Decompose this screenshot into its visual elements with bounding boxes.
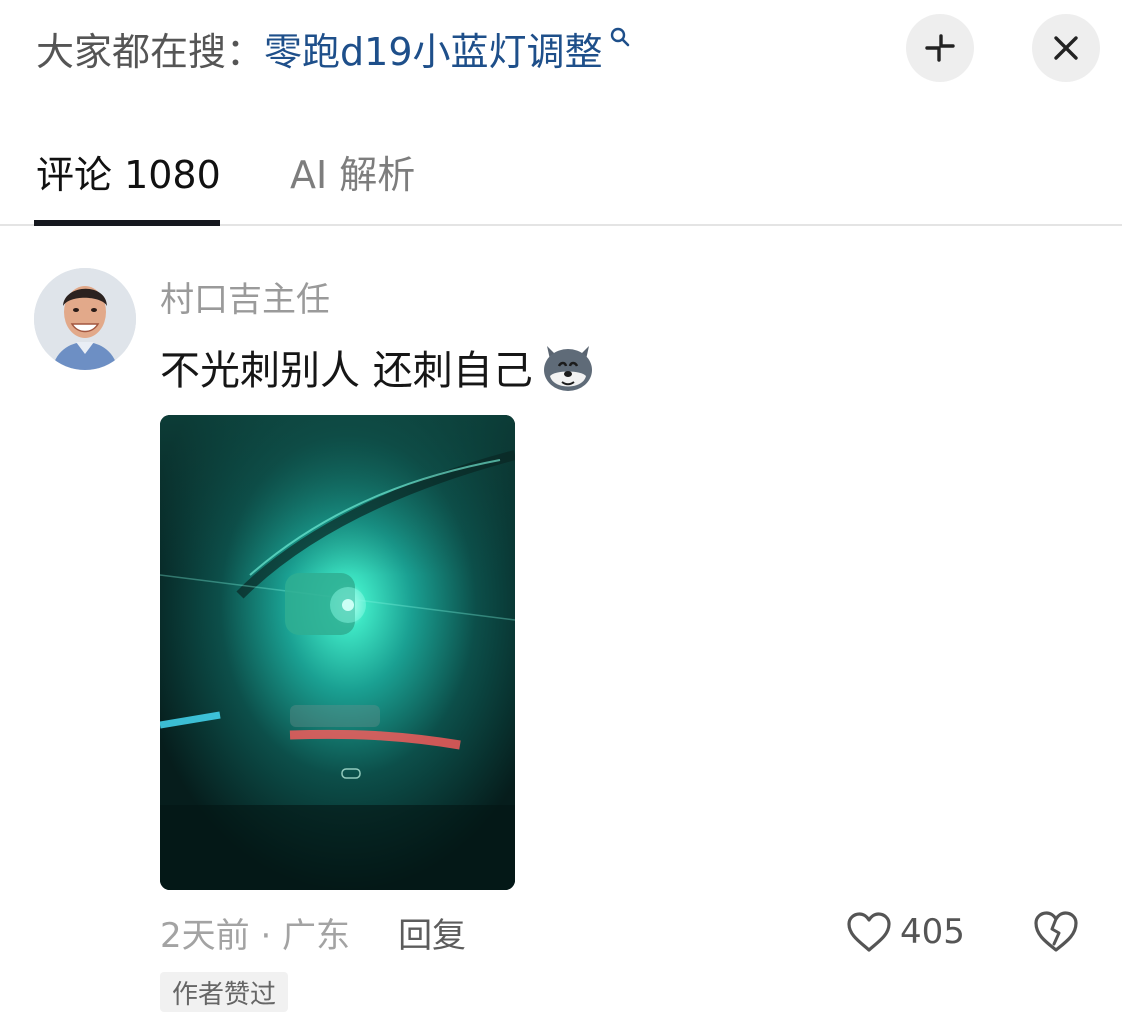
tab-comments[interactable]: 评论 1080: [36, 144, 221, 199]
search-suggestion-bar: 大家都在搜： 零跑d19小蓝灯调整: [36, 18, 631, 78]
close-button[interactable]: [1032, 14, 1100, 82]
close-icon: [1054, 36, 1078, 60]
husky-emoji-icon: [543, 346, 592, 391]
collapse-icon: [925, 34, 955, 62]
comment-meta: 2天前 · 广东 回复: [160, 906, 466, 958]
tab-ai-analysis[interactable]: AI 解析: [290, 144, 415, 199]
like-count: 405: [900, 912, 965, 952]
search-suggestion-link[interactable]: 零跑d19小蓝灯调整: [264, 21, 602, 76]
search-icon: [610, 27, 629, 47]
collapse-button[interactable]: [906, 14, 974, 82]
comment-time-location: 2天前 · 广东: [160, 915, 351, 956]
search-prefix-label: 大家都在搜：: [36, 29, 265, 74]
comment-tabs: 评论 1080 AI 解析: [0, 130, 1122, 226]
reply-button[interactable]: 回复: [398, 908, 466, 957]
comment-body: 不光刺别人 还刺自己: [160, 336, 599, 398]
active-tab-indicator: [34, 220, 220, 226]
comment-image[interactable]: [160, 415, 515, 890]
comment-text: 不光刺别人 还刺自己: [160, 348, 533, 394]
avatar[interactable]: [34, 268, 136, 370]
heart-icon: [847, 912, 891, 952]
broken-heart-icon[interactable]: [1032, 908, 1080, 956]
author-liked-badge: 作者赞过: [160, 972, 289, 1012]
like-button[interactable]: 405: [846, 906, 965, 958]
comment-username[interactable]: 村口吉主任: [160, 272, 330, 321]
